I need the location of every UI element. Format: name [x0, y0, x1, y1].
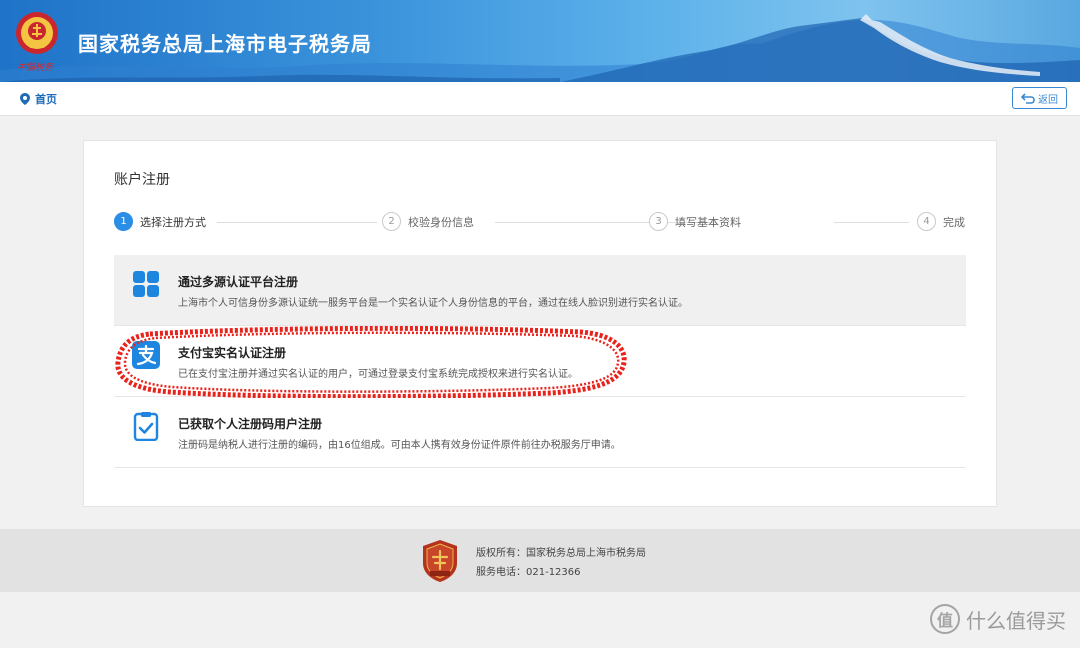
back-button-label: 返回	[1038, 94, 1058, 106]
option-title: 支付宝实名认证注册	[178, 346, 287, 360]
location-pin-icon	[20, 93, 30, 105]
step-1: 1 选择注册方式	[114, 212, 206, 231]
option-alipay-auth[interactable]: 支付宝实名认证注册 已在支付宝注册并通过实名认证的用户，可通过登录支付宝系统完成…	[114, 326, 966, 397]
site-title: 国家税务总局上海市电子税务局	[78, 32, 372, 56]
option-title: 通过多源认证平台注册	[178, 275, 299, 289]
step-indicator: 1 选择注册方式 2 校验身份信息 3 填写基本资料 4 完成	[114, 212, 966, 232]
home-link[interactable]: 首页	[20, 91, 57, 107]
step-label: 校验身份信息	[408, 215, 474, 229]
alipay-icon	[132, 341, 160, 369]
footer: 版权所有：国家税务总局上海市税务局 服务电话：021-12366	[0, 529, 1080, 592]
service-phone-text: 服务电话：021-12366	[476, 567, 581, 578]
return-arrow-icon	[1021, 92, 1035, 104]
copyright-text: 版权所有：国家税务总局上海市税务局	[476, 548, 646, 559]
step-label: 填写基本资料	[675, 215, 741, 229]
watermark-text: 什么值得买	[966, 608, 1066, 633]
step-4: 4 完成	[917, 212, 965, 231]
nav-bar: 首页 返回	[0, 82, 1080, 116]
option-registration-code[interactable]: 已获取个人注册码用户注册 注册码是纳税人进行注册的编码，由16位组成。可由本人携…	[114, 397, 966, 468]
step-2: 2 校验身份信息	[382, 212, 474, 231]
option-description: 注册码是纳税人进行注册的编码，由16位组成。可由本人携有效身份证件原件前往办税服…	[178, 440, 621, 451]
step-connector	[217, 222, 377, 223]
option-title: 已获取个人注册码用户注册	[178, 417, 323, 431]
clipboard-check-icon	[133, 412, 159, 441]
step-number: 3	[649, 212, 668, 231]
footer-info: 版权所有：国家税务总局上海市税务局 服务电话：021-12366	[476, 544, 646, 582]
page-title: 账户注册	[114, 172, 170, 188]
option-description: 已在支付宝注册并通过实名认证的用户，可通过登录支付宝系统完成授权来进行实名认证。	[178, 369, 578, 380]
registration-options: 通过多源认证平台注册 上海市个人可信身份多源认证统一服务平台是一个实名认证个人身…	[114, 255, 966, 468]
grid-icon	[133, 271, 159, 297]
step-label: 完成	[943, 215, 965, 229]
step-number: 4	[917, 212, 936, 231]
government-badge-icon	[423, 540, 457, 582]
home-link-label: 首页	[35, 93, 57, 106]
step-label: 选择注册方式	[140, 215, 206, 229]
step-connector	[834, 222, 909, 223]
emblem-caption: 中国税务	[17, 63, 54, 73]
registration-card: 账户注册 1 选择注册方式 2 校验身份信息 3 填写基本资料 4 完成 通过多…	[83, 140, 997, 507]
header-banner: 中国税务 国家税务总局上海市电子税务局	[0, 0, 1080, 82]
step-number: 2	[382, 212, 401, 231]
watermark-logo-icon: 值	[930, 604, 960, 634]
step-3: 3 填写基本资料	[649, 212, 741, 231]
option-multi-source-auth[interactable]: 通过多源认证平台注册 上海市个人可信身份多源认证统一服务平台是一个实名认证个人身…	[114, 255, 966, 326]
step-number: 1	[114, 212, 133, 231]
option-description: 上海市个人可信身份多源认证统一服务平台是一个实名认证个人身份信息的平台，通过在线…	[178, 298, 688, 309]
back-button[interactable]: 返回	[1012, 87, 1067, 109]
watermark: 值 什么值得买	[930, 604, 1066, 634]
tax-emblem-icon	[16, 12, 58, 54]
